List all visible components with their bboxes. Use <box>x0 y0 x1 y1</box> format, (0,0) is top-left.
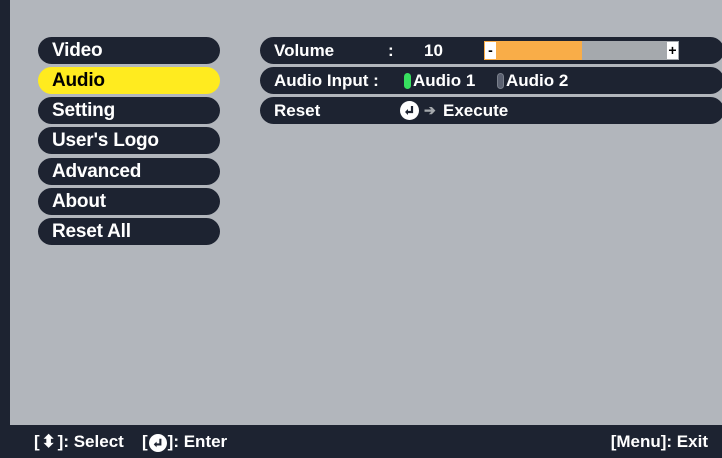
select-hint: [⬍]: Select <box>34 425 124 458</box>
menu-item-audio[interactable]: Audio <box>38 67 220 94</box>
projector-osd-screen: Video Audio Setting User's Logo Advanced… <box>0 0 722 458</box>
menu-panel: Video Audio Setting User's Logo Advanced… <box>10 0 722 425</box>
volume-value: 10 <box>424 41 443 60</box>
menu-item-advanced[interactable]: Advanced <box>38 158 220 185</box>
menu-item-about[interactable]: About <box>38 188 220 215</box>
volume-slider-fill <box>484 41 582 60</box>
up-down-arrow-icon: ⬍ <box>41 432 56 451</box>
audio-1-option[interactable]: Audio 1 <box>413 67 475 94</box>
menu-item-video[interactable]: Video <box>38 37 220 64</box>
volume-decrease-button[interactable]: - <box>485 42 496 59</box>
enter-key-footer-icon <box>148 433 167 452</box>
enter-hint-bracket-open: [ <box>142 432 148 451</box>
reset-execute-action[interactable]: Execute <box>443 97 508 124</box>
volume-slider[interactable]: - + <box>484 41 679 60</box>
reset-row[interactable]: Reset ➔ Execute <box>260 97 722 124</box>
volume-increase-button[interactable]: + <box>667 42 678 59</box>
enter-key-icon <box>400 101 419 120</box>
volume-row[interactable]: Volume : 10 - + <box>260 37 722 64</box>
reset-label: Reset <box>274 101 321 120</box>
audio-1-radio-icon[interactable] <box>404 73 411 89</box>
enter-hint: [ ]: Enter <box>142 425 227 458</box>
audio-2-radio-icon[interactable] <box>497 73 504 89</box>
volume-colon: : <box>388 41 394 60</box>
menu-item-setting[interactable]: Setting <box>38 97 220 124</box>
audio-input-label: Audio Input : <box>274 71 379 90</box>
enter-hint-text: ]: Enter <box>167 432 228 451</box>
right-arrow-icon: ➔ <box>424 102 436 118</box>
menu-item-reset-all[interactable]: Reset All <box>38 218 220 245</box>
volume-label: Volume <box>274 41 335 60</box>
menu-item-users-logo[interactable]: User's Logo <box>38 127 220 154</box>
exit-hint: [Menu]: Exit <box>610 432 708 451</box>
footer-help-bar: [⬍]: Select [ ]: Enter [Menu]: Exit <box>0 425 722 458</box>
select-hint-text: ]: Select <box>57 432 124 451</box>
audio-2-option[interactable]: Audio 2 <box>506 67 568 94</box>
audio-input-row[interactable]: Audio Input : Audio 1 Audio 2 <box>260 67 722 94</box>
